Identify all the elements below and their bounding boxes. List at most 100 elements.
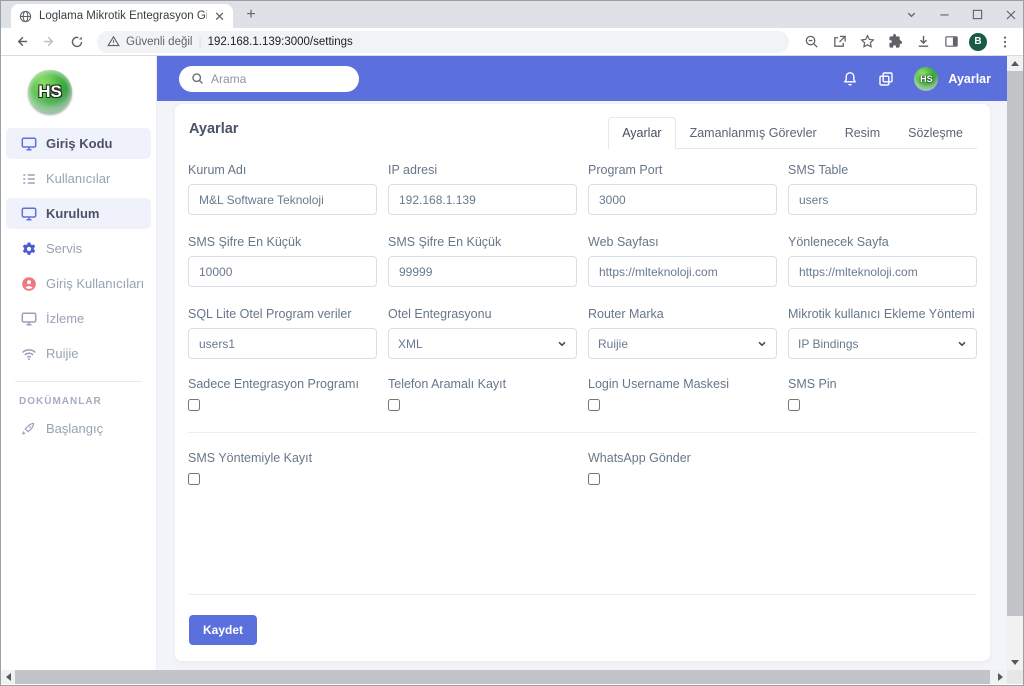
check-sms-pin: SMS Pin xyxy=(788,377,977,416)
rocket-icon xyxy=(20,420,37,437)
app-logo[interactable]: HS xyxy=(28,70,72,114)
back-button[interactable] xyxy=(9,30,33,54)
field-label: Yönlenecek Sayfa xyxy=(788,235,977,249)
field-label: Router Marka xyxy=(588,307,777,321)
sms-sifre-min-input[interactable] xyxy=(188,256,377,287)
sidebar-item-label: Kullanıcılar xyxy=(46,171,110,186)
check-label: Login Username Maskesi xyxy=(588,377,777,391)
program-port-input[interactable] xyxy=(588,184,777,215)
checkbox-row-2: SMS Yöntemiyle Kayıt WhatsApp Gönder xyxy=(175,451,990,490)
field-program-port: Program Port xyxy=(588,163,777,215)
scroll-down-arrow[interactable] xyxy=(1007,655,1023,670)
new-tab-button[interactable]: + xyxy=(239,3,263,27)
tab-resim[interactable]: Resim xyxy=(831,117,894,148)
side-panel-icon[interactable] xyxy=(941,30,962,54)
reload-button[interactable] xyxy=(65,30,89,54)
address-bar[interactable]: Güvenli değil | 192.168.1.139:3000/setti… xyxy=(97,31,789,53)
sidebar-item-ruijie[interactable]: Ruijie xyxy=(6,338,151,369)
sms-sifre-max-input[interactable] xyxy=(388,256,577,287)
check-label: Sadece Entegrasyon Programı xyxy=(188,377,377,391)
login-maskesi-checkbox[interactable] xyxy=(588,399,600,411)
sidebar-item-kullanicilar[interactable]: Kullanıcılar xyxy=(6,163,151,194)
browser-profile-avatar[interactable]: B xyxy=(969,33,987,51)
sidebar-item-giris-kodu[interactable]: Giriş Kodu xyxy=(6,128,151,159)
field-label: Otel Entegrasyonu xyxy=(388,307,577,321)
save-button[interactable]: Kaydet xyxy=(189,615,257,645)
forward-button[interactable] xyxy=(37,30,61,54)
minimize-button[interactable] xyxy=(939,9,950,20)
sidebar-item-kurulum[interactable]: Kurulum xyxy=(6,198,151,229)
wifi-icon xyxy=(20,345,37,362)
tab-sozlesme[interactable]: Sözleşme xyxy=(894,117,977,148)
url-text[interactable]: 192.168.1.139:3000/settings xyxy=(208,36,353,48)
scroll-left-arrow[interactable] xyxy=(1,670,15,684)
not-secure-warning-icon[interactable] xyxy=(107,35,120,48)
share-icon[interactable] xyxy=(829,30,850,54)
browser-toolbar: Güvenli değil | 192.168.1.139:3000/setti… xyxy=(1,28,1023,56)
page-content: Ayarlar Ayarlar Zamanlanmış Görevler Res… xyxy=(157,101,1007,670)
field-ip-adresi: IP adresi xyxy=(388,163,577,215)
tab-zamanlanmis-gorevler[interactable]: Zamanlanmış Görevler xyxy=(676,117,831,148)
maximize-button[interactable] xyxy=(972,9,983,20)
field-sms-sifre-min: SMS Şifre En Küçük xyxy=(188,235,377,287)
menu-kebab-icon[interactable] xyxy=(994,30,1015,54)
zoom-out-icon[interactable] xyxy=(801,30,822,54)
mikrotik-ekleme-select[interactable]: IP Bindings xyxy=(788,328,977,359)
sqlite-otel-input[interactable] xyxy=(188,328,377,359)
sadece-entegrasyon-checkbox[interactable] xyxy=(188,399,200,411)
tab-close-icon[interactable]: ✕ xyxy=(214,10,225,23)
horizontal-scrollbar-thumb[interactable] xyxy=(15,670,990,684)
sms-table-input[interactable] xyxy=(788,184,977,215)
field-label: IP adresi xyxy=(388,163,577,177)
scroll-right-arrow[interactable] xyxy=(993,670,1007,684)
check-label: WhatsApp Gönder xyxy=(588,451,777,465)
field-otel-entegrasyonu: Otel Entegrasyonu XML xyxy=(388,307,577,359)
close-window-button[interactable] xyxy=(1005,9,1017,21)
downloads-icon[interactable] xyxy=(913,30,934,54)
otel-entegrasyonu-select[interactable]: XML xyxy=(388,328,577,359)
sidebar-item-baslangic[interactable]: Başlangıç xyxy=(6,413,151,444)
browser-window: Loglama Mikrotik Entegrasyon Gi ✕ + xyxy=(0,0,1024,686)
sidebar-item-label: İzleme xyxy=(46,311,84,326)
notifications-bell-icon[interactable] xyxy=(842,71,858,87)
sidebar-item-giris-kullanicilari[interactable]: Giriş Kullanıcıları xyxy=(6,268,151,299)
browser-tab[interactable]: Loglama Mikrotik Entegrasyon Gi ✕ xyxy=(11,4,233,28)
search-input[interactable] xyxy=(211,72,331,86)
vertical-scrollbar[interactable] xyxy=(1007,56,1023,670)
yonlenecek-sayfa-input[interactable] xyxy=(788,256,977,287)
horizontal-scrollbar[interactable] xyxy=(1,670,1023,684)
tab-ayarlar[interactable]: Ayarlar xyxy=(608,117,675,149)
field-sms-table: SMS Table xyxy=(788,163,977,215)
check-label: SMS Yöntemiyle Kayıt xyxy=(188,451,377,465)
sms-pin-checkbox[interactable] xyxy=(788,399,800,411)
search-box[interactable] xyxy=(179,66,359,92)
ip-adresi-input[interactable] xyxy=(388,184,577,215)
web-sayfasi-input[interactable] xyxy=(588,256,777,287)
user-circle-icon xyxy=(20,275,37,292)
check-sadece-entegrasyon: Sadece Entegrasyon Programı xyxy=(188,377,377,416)
user-menu-label[interactable]: Ayarlar xyxy=(948,72,991,86)
field-label: Program Port xyxy=(588,163,777,177)
list-icon xyxy=(20,170,37,187)
scroll-up-arrow[interactable] xyxy=(1007,56,1023,71)
sidebar-item-izleme[interactable]: İzleme xyxy=(6,303,151,334)
field-router-marka: Router Marka Ruijie xyxy=(588,307,777,359)
router-marka-select[interactable]: Ruijie xyxy=(588,328,777,359)
chevron-down-icon xyxy=(757,339,767,349)
tab-search-chevron-icon[interactable] xyxy=(906,9,917,20)
sms-yontemiyle-checkbox[interactable] xyxy=(188,473,200,485)
sidebar-item-label: Başlangıç xyxy=(46,421,103,436)
kurum-adi-input[interactable] xyxy=(188,184,377,215)
extensions-puzzle-icon[interactable] xyxy=(885,30,906,54)
whatsapp-gonder-checkbox[interactable] xyxy=(588,473,600,485)
field-label: SMS Şifre En Küçük xyxy=(188,235,377,249)
scrollbar-corner xyxy=(1007,670,1023,684)
app-header: HS Ayarlar xyxy=(157,56,1007,101)
check-whatsapp-gonder: WhatsApp Gönder xyxy=(588,451,777,490)
telefon-aramali-checkbox[interactable] xyxy=(388,399,400,411)
user-avatar[interactable]: HS xyxy=(914,67,938,91)
sidebar-item-servis[interactable]: Servis xyxy=(6,233,151,264)
bookmark-star-icon[interactable] xyxy=(857,30,878,54)
vertical-scrollbar-thumb[interactable] xyxy=(1007,71,1023,616)
apps-stack-icon[interactable] xyxy=(878,71,894,87)
